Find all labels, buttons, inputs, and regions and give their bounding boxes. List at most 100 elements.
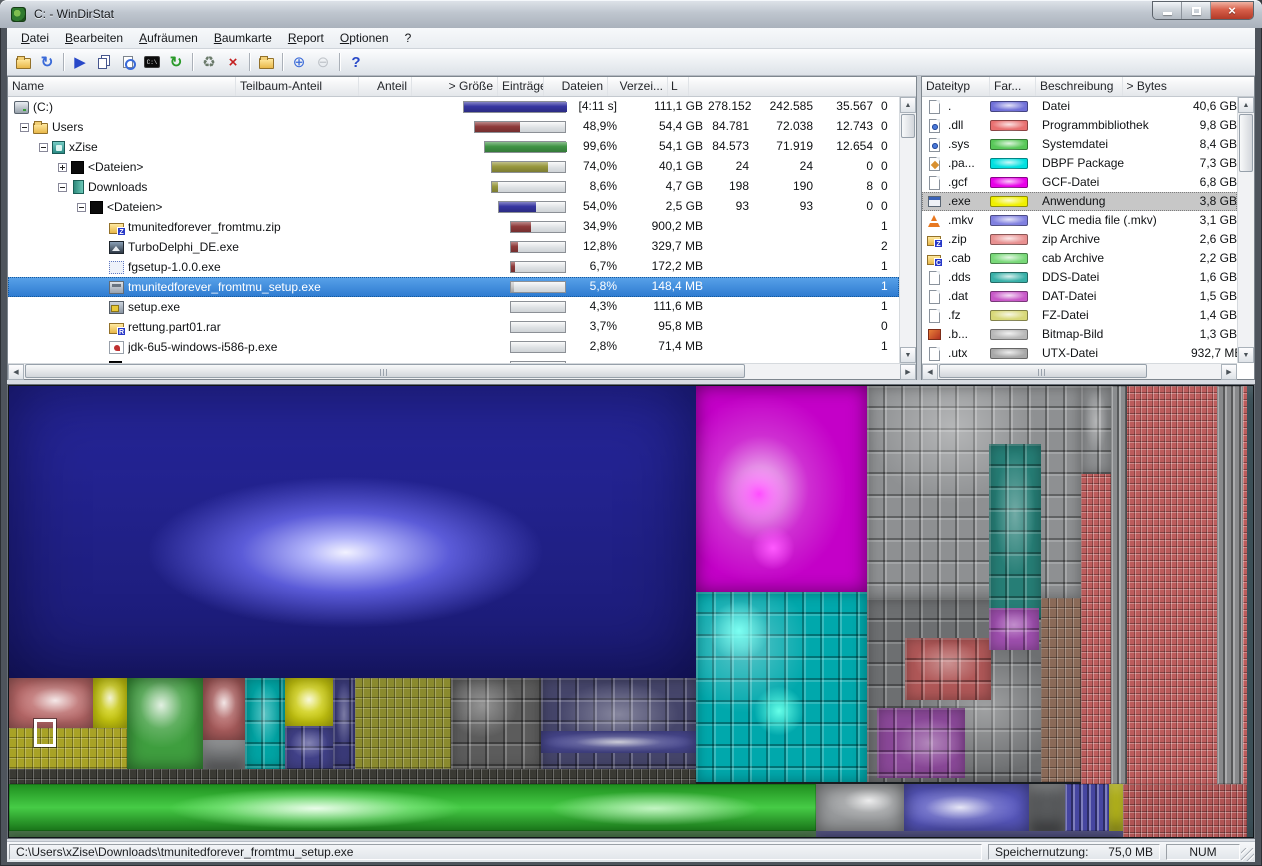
extension-row[interactable]: .dllProgrammbibliothek9,8 GB xyxy=(922,116,1237,135)
treemap-region-bottom-strip[interactable] xyxy=(816,831,1123,837)
treemap-region-dark-mixed[interactable] xyxy=(541,678,696,769)
treemap-region-teal-patch[interactable] xyxy=(989,444,1041,619)
collapse-icon[interactable] xyxy=(20,123,29,132)
help-button[interactable]: ? xyxy=(344,51,368,74)
scroll-up-icon[interactable]: ▲ xyxy=(900,97,916,113)
treemap-region-olive-cluster[interactable] xyxy=(9,728,127,769)
column-header-dateien[interactable]: Dateien xyxy=(544,77,608,96)
minimize-button[interactable] xyxy=(1153,2,1182,19)
close-button[interactable]: × xyxy=(1211,2,1253,19)
column-header-far[interactable]: Far... xyxy=(990,77,1036,96)
column-header-dateityp[interactable]: Dateityp xyxy=(922,77,990,96)
column-header-verzei[interactable]: Verzei... xyxy=(608,77,668,96)
treemap-region-yellow-block[interactable] xyxy=(93,678,127,728)
treemap-region-purple-patch[interactable] xyxy=(877,708,965,778)
scrollbar-thumb[interactable] xyxy=(1239,114,1253,172)
column-header-bytes[interactable]: > Bytes xyxy=(1123,77,1169,96)
treemap[interactable] xyxy=(9,386,1253,837)
file-row[interactable]: (C:)[4:11 s]111,1 GB278.152242.58535.567… xyxy=(8,97,899,117)
treemap-region-blue-cushion[interactable] xyxy=(9,386,696,678)
treemap-region-gray-column[interactable] xyxy=(1111,386,1127,784)
file-row[interactable]: fgsetup-1.0.0.exe6,7%172,2 MB1 xyxy=(8,257,899,277)
maximize-button[interactable] xyxy=(1182,2,1211,19)
treemap-region-noise-strip[interactable] xyxy=(9,769,696,784)
menu-item-optionen[interactable]: Optionen xyxy=(332,28,397,48)
column-header-anteil[interactable]: Anteil xyxy=(359,77,412,96)
treemap-region-gray-dark-cluster[interactable] xyxy=(451,678,541,769)
treemap-region-right-edge[interactable] xyxy=(1247,386,1253,837)
file-row[interactable]: jdk-6u5-windows-i586-p.exe2,8%71,4 MB1 xyxy=(8,337,899,357)
treemap-region-gray-patch[interactable] xyxy=(1081,386,1111,474)
menu-item-?[interactable]: ? xyxy=(397,28,420,48)
treemap-region-navy-tiles[interactable] xyxy=(285,726,333,769)
menu-item-aufrumen[interactable]: Aufräumen xyxy=(131,28,206,48)
extension-row[interactable]: .b...Bitmap-Bild1,3 GB xyxy=(922,325,1237,344)
type-list-horizontal-scrollbar[interactable]: ◀ ▶ xyxy=(922,363,1237,379)
scroll-right-icon[interactable]: ▶ xyxy=(1221,364,1237,380)
treemap-region-bottom-strip[interactable] xyxy=(9,831,816,837)
treemap-region-red-patch[interactable] xyxy=(905,638,991,700)
collapse-icon[interactable] xyxy=(77,203,86,212)
treemap-region-yellow-block[interactable] xyxy=(285,678,333,726)
resize-grip[interactable] xyxy=(1241,848,1254,861)
treemap-region-gray-bar[interactable] xyxy=(816,784,904,831)
delete-button[interactable]: × xyxy=(221,51,245,74)
treemap-region-olive-dark-cluster[interactable] xyxy=(355,678,451,769)
file-row[interactable]: TurboDelphi_DE.exe12,8%329,7 MB2 xyxy=(8,237,899,257)
scroll-up-icon[interactable]: ▲ xyxy=(1238,97,1254,113)
file-row[interactable]: setup.exe4,3%111,6 MB1 xyxy=(8,297,899,317)
file-row[interactable]: <Dateien>74,0%40,1 GB242400 xyxy=(8,157,899,177)
extension-row[interactable]: .ddsDDS-Datei1,6 GB xyxy=(922,268,1237,287)
file-row[interactable]: <Dateien>54,0%2,5 GB939300 xyxy=(8,197,899,217)
expand-icon[interactable] xyxy=(58,163,67,172)
file-row-selected[interactable]: tmunitedforever_fromtmu_setup.exe5,8%148… xyxy=(8,277,899,297)
treemap-region-purple-patch[interactable] xyxy=(989,608,1039,650)
treemap-region-red-bottom[interactable] xyxy=(1123,784,1247,837)
menu-item-report[interactable]: Report xyxy=(280,28,332,48)
scroll-right-icon[interactable]: ▶ xyxy=(900,364,916,380)
command-prompt-button[interactable] xyxy=(140,51,164,74)
menu-item-baumkarte[interactable]: Baumkarte xyxy=(206,28,280,48)
refresh-selected-button[interactable]: ↻ xyxy=(35,51,59,74)
treemap-region-gray-cluster-top[interactable] xyxy=(867,386,1081,598)
new-folder-button[interactable] xyxy=(254,51,278,74)
open-button[interactable] xyxy=(11,51,35,74)
file-list-horizontal-scrollbar[interactable]: ◀ ▶ xyxy=(8,363,916,379)
scrollbar-track[interactable] xyxy=(938,364,1221,379)
treemap-region-mixed-column[interactable] xyxy=(1041,598,1081,782)
file-row[interactable]: Downloads8,6%4,7 GB19819080 xyxy=(8,177,899,197)
column-header-name[interactable]: Name xyxy=(8,77,236,96)
extension-row-selected[interactable]: .exeAnwendung3,8 GB xyxy=(922,192,1237,211)
column-header-eintrge[interactable]: Einträge xyxy=(498,77,544,96)
collapse-icon[interactable] xyxy=(39,143,48,152)
recycle-bin-button[interactable]: ♻ xyxy=(197,51,221,74)
treemap-region-cyan-spot[interactable] xyxy=(709,601,769,661)
menu-item-datei[interactable]: Datei xyxy=(13,28,57,48)
scrollbar-track[interactable] xyxy=(24,364,900,379)
file-list-vertical-scrollbar[interactable]: ▲ ▼ xyxy=(899,97,916,363)
scroll-left-icon[interactable]: ◀ xyxy=(922,364,938,380)
column-header-l[interactable]: L xyxy=(668,77,689,96)
extension-row[interactable]: .utxUTX-Datei932,7 MB xyxy=(922,344,1237,363)
column-header-teilbaumanteil[interactable]: Teilbaum-Anteil xyxy=(236,77,359,96)
treemap-region-red-block[interactable] xyxy=(203,678,245,740)
open-in-explorer-button[interactable] xyxy=(116,51,140,74)
zoom-in-button[interactable]: ⊕ xyxy=(287,51,311,74)
type-list-vertical-scrollbar[interactable]: ▲ ▼ xyxy=(1237,97,1254,363)
treemap-region-navy-tiles[interactable] xyxy=(333,678,355,769)
scrollbar-thumb[interactable] xyxy=(901,114,915,138)
file-row[interactable]: Ztmunitedforever_fromtmu.zip34,9%900,2 M… xyxy=(8,217,899,237)
treemap-region-yellow-sliver[interactable] xyxy=(1109,784,1123,831)
extension-row[interactable]: C.cabcab Archive2,2 GB xyxy=(922,249,1237,268)
collapse-icon[interactable] xyxy=(58,183,67,192)
resume-button[interactable]: ▶ xyxy=(68,51,92,74)
extension-row[interactable]: .gcfGCF-Datei6,8 GB xyxy=(922,173,1237,192)
treemap-region-blue-bar[interactable] xyxy=(904,784,1029,831)
scrollbar-thumb[interactable] xyxy=(939,364,1147,378)
extension-row[interactable]: .mkvVLC media file (.mkv)3,1 GB xyxy=(922,211,1237,230)
titlebar[interactable]: C: - WinDirStat × xyxy=(0,0,1262,28)
file-row[interactable]: Users48,9%54,4 GB84.78172.03812.7430 xyxy=(8,117,899,137)
extension-row[interactable]: .Datei40,6 GB xyxy=(922,97,1237,116)
extension-row[interactable]: Z.zipzip Archive2,6 GB xyxy=(922,230,1237,249)
treemap-region-gray-bar[interactable] xyxy=(1029,784,1065,831)
